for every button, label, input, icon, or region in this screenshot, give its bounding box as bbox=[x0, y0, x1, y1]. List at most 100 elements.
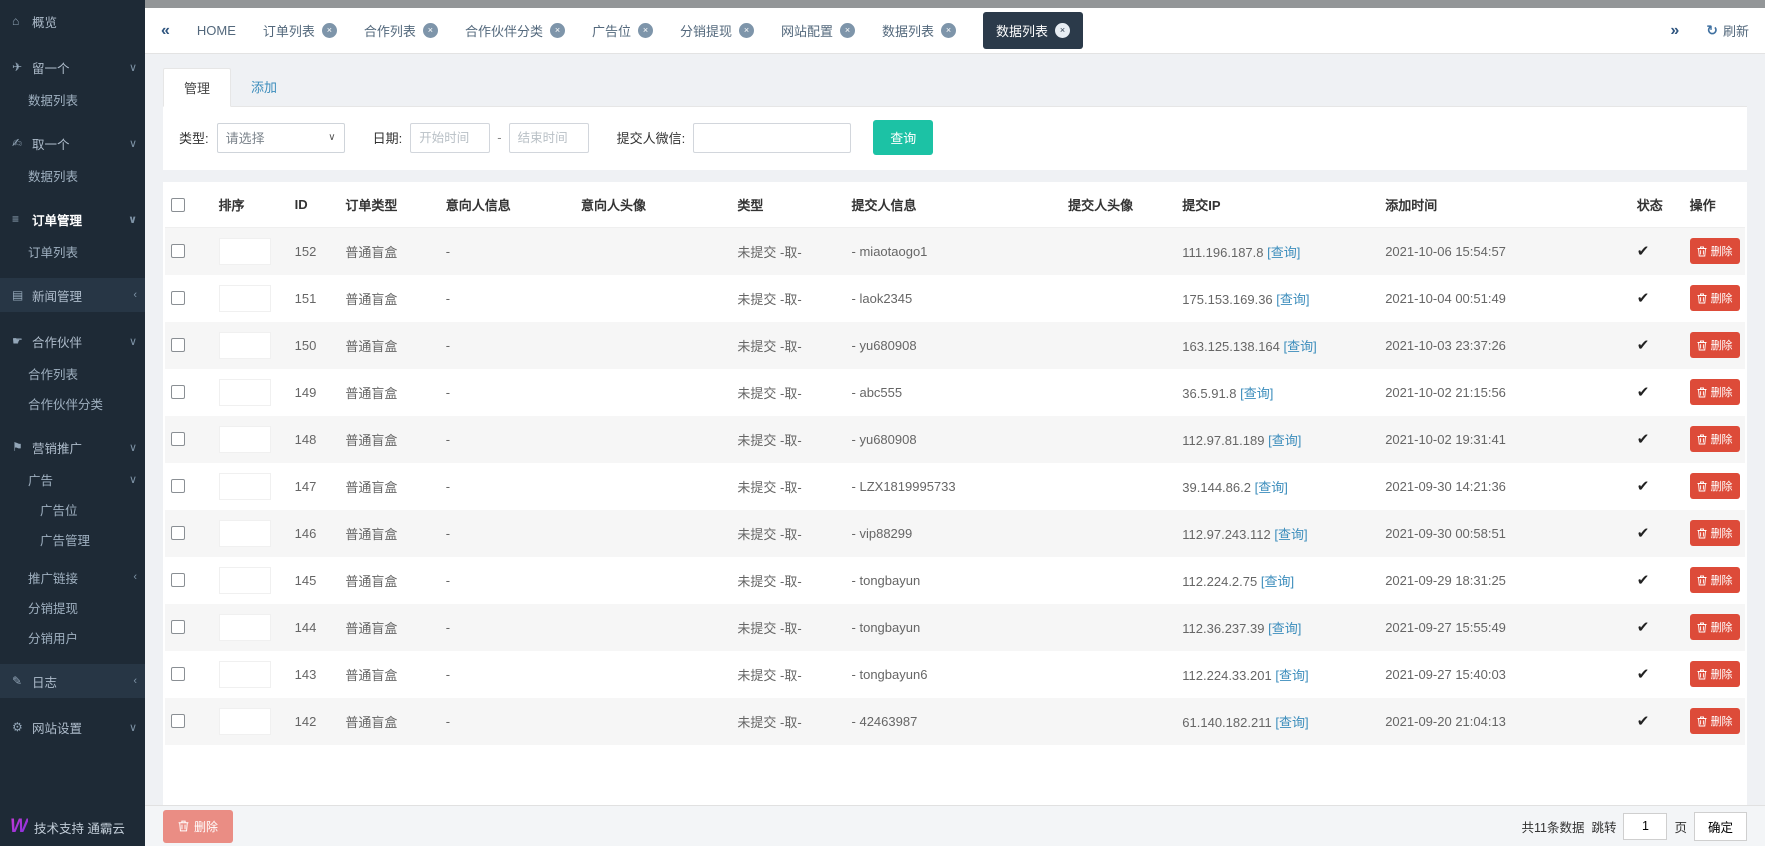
ip-query-link[interactable]: [查询] bbox=[1255, 480, 1288, 495]
sort-input[interactable] bbox=[219, 708, 271, 735]
nav-tab[interactable]: 合作列表 × bbox=[364, 21, 438, 40]
sort-input[interactable] bbox=[219, 426, 271, 453]
tab-close-icon[interactable]: × bbox=[739, 23, 754, 38]
page-number-input[interactable] bbox=[1623, 813, 1667, 840]
sidebar-item[interactable]: ☛ 合作伙伴 ∨ bbox=[0, 324, 145, 358]
delete-row-button[interactable]: 删除 bbox=[1690, 332, 1740, 358]
sidebar-item[interactable]: 分销提现 bbox=[0, 592, 145, 622]
sidebar-item[interactable]: 广告位 bbox=[0, 494, 145, 524]
confirm-page-button[interactable]: 确定 bbox=[1694, 812, 1747, 841]
type-select[interactable]: 请选择 ∨ bbox=[217, 123, 345, 153]
date-start-input[interactable] bbox=[410, 123, 490, 153]
expand-tabs-icon[interactable]: » bbox=[1670, 22, 1679, 40]
select-all-checkbox[interactable] bbox=[171, 198, 185, 212]
row-checkbox[interactable] bbox=[171, 620, 185, 634]
sidebar-item[interactable]: 广告 ∨ bbox=[0, 464, 145, 494]
sort-input[interactable] bbox=[219, 379, 271, 406]
sidebar-item[interactable]: 广告管理 bbox=[0, 524, 145, 554]
ip-query-link[interactable]: [查询] bbox=[1268, 621, 1301, 636]
row-checkbox[interactable] bbox=[171, 432, 185, 446]
sidebar-item[interactable]: ⚑ 营销推广 ∨ bbox=[0, 430, 145, 464]
collapse-tabs-icon[interactable]: « bbox=[161, 22, 170, 40]
table-row: 146 普通盲盒 - 未提交 -取- - vip88299 112.97.243… bbox=[165, 510, 1745, 557]
delete-row-button[interactable]: 删除 bbox=[1690, 473, 1740, 499]
sort-input[interactable] bbox=[219, 614, 271, 641]
sidebar-item[interactable]: 合作列表 bbox=[0, 358, 145, 388]
tab-close-icon[interactable]: × bbox=[1055, 23, 1070, 38]
row-checkbox[interactable] bbox=[171, 479, 185, 493]
ip-query-link[interactable]: [查询] bbox=[1274, 527, 1307, 542]
delete-row-button[interactable]: 删除 bbox=[1690, 614, 1740, 640]
tab-close-icon[interactable]: × bbox=[322, 23, 337, 38]
ip-query-link[interactable]: [查询] bbox=[1276, 292, 1309, 307]
sidebar-item[interactable]: 分销用户 bbox=[0, 622, 145, 652]
nav-tab[interactable]: 广告位 × bbox=[592, 21, 653, 40]
sidebar-item[interactable]: 订单列表 bbox=[0, 236, 145, 266]
sidebar-item[interactable]: 推广链接 ‹ bbox=[0, 562, 145, 592]
sidebar-item[interactable]: ▤ 新闻管理 ‹ bbox=[0, 278, 145, 312]
cell-intent-info: - bbox=[440, 651, 575, 698]
ip-query-link[interactable]: [查询] bbox=[1261, 574, 1294, 589]
row-checkbox[interactable] bbox=[171, 338, 185, 352]
sort-input[interactable] bbox=[219, 567, 271, 594]
sidebar-item[interactable]: ≡ 订单管理 ∨ bbox=[0, 202, 145, 236]
nav-tab[interactable]: 网站配置 × bbox=[781, 21, 855, 40]
sort-input[interactable] bbox=[219, 285, 271, 312]
ip-query-link[interactable]: [查询] bbox=[1268, 433, 1301, 448]
nav-tab[interactable]: 分销提现 × bbox=[680, 21, 754, 40]
nav-tab[interactable]: HOME bbox=[197, 23, 236, 38]
tab-close-icon[interactable]: × bbox=[840, 23, 855, 38]
delete-row-button[interactable]: 删除 bbox=[1690, 567, 1740, 593]
sort-input[interactable] bbox=[219, 238, 271, 265]
tab-manage[interactable]: 管理 bbox=[163, 68, 231, 107]
wechat-input[interactable] bbox=[693, 123, 851, 153]
bulk-delete-button[interactable]: 删除 bbox=[163, 810, 233, 843]
row-checkbox[interactable] bbox=[171, 714, 185, 728]
ip-query-link[interactable]: [查询] bbox=[1284, 339, 1317, 354]
sidebar-item[interactable]: 合作伙伴分类 bbox=[0, 388, 145, 418]
delete-row-button[interactable]: 删除 bbox=[1690, 285, 1740, 311]
date-end-input[interactable] bbox=[509, 123, 589, 153]
sidebar-item[interactable]: ⚙ 网站设置 ∨ bbox=[0, 710, 145, 744]
cell-submitter-info: - tongbayun bbox=[846, 557, 1063, 604]
delete-row-button[interactable]: 删除 bbox=[1690, 661, 1740, 687]
tab-close-icon[interactable]: × bbox=[550, 23, 565, 38]
delete-row-button[interactable]: 删除 bbox=[1690, 708, 1740, 734]
ip-query-link[interactable]: [查询] bbox=[1275, 715, 1308, 730]
delete-row-button[interactable]: 删除 bbox=[1690, 379, 1740, 405]
delete-row-button[interactable]: 删除 bbox=[1690, 238, 1740, 264]
sort-input[interactable] bbox=[219, 520, 271, 547]
tab-close-icon[interactable]: × bbox=[423, 23, 438, 38]
sidebar-item[interactable]: ✍ 取一个 ∨ bbox=[0, 126, 145, 160]
sort-input[interactable] bbox=[219, 473, 271, 500]
sidebar-item[interactable]: 数据列表 bbox=[0, 160, 145, 190]
sidebar-item[interactable]: 数据列表 bbox=[0, 84, 145, 114]
row-checkbox[interactable] bbox=[171, 526, 185, 540]
sidebar-item[interactable]: ✎ 日志 ‹ bbox=[0, 664, 145, 698]
row-checkbox[interactable] bbox=[171, 291, 185, 305]
search-button[interactable]: 查询 bbox=[873, 120, 933, 155]
nav-tab[interactable]: 数据列表 × bbox=[983, 12, 1083, 49]
sidebar-item[interactable]: ✈ 留一个 ∨ bbox=[0, 50, 145, 84]
delete-row-button[interactable]: 删除 bbox=[1690, 426, 1740, 452]
row-checkbox[interactable] bbox=[171, 573, 185, 587]
cell-type: 未提交 -取- bbox=[731, 463, 845, 510]
sidebar-item[interactable]: ⌂ 概览 bbox=[0, 4, 145, 38]
ip-query-link[interactable]: [查询] bbox=[1240, 386, 1273, 401]
sort-input[interactable] bbox=[219, 661, 271, 688]
table-row: 147 普通盲盒 - 未提交 -取- - LZX1819995733 39.14… bbox=[165, 463, 1745, 510]
row-checkbox[interactable] bbox=[171, 385, 185, 399]
row-checkbox[interactable] bbox=[171, 667, 185, 681]
nav-tab[interactable]: 合作伙伴分类 × bbox=[465, 21, 565, 40]
ip-query-link[interactable]: [查询] bbox=[1275, 668, 1308, 683]
nav-tab[interactable]: 订单列表 × bbox=[263, 21, 337, 40]
tab-add[interactable]: 添加 bbox=[231, 68, 297, 106]
sort-input[interactable] bbox=[219, 332, 271, 359]
tab-close-icon[interactable]: × bbox=[638, 23, 653, 38]
refresh-button[interactable]: ↻ 刷新 bbox=[1706, 21, 1749, 40]
tab-close-icon[interactable]: × bbox=[941, 23, 956, 38]
ip-query-link[interactable]: [查询] bbox=[1267, 245, 1300, 260]
row-checkbox[interactable] bbox=[171, 244, 185, 258]
delete-row-button[interactable]: 删除 bbox=[1690, 520, 1740, 546]
nav-tab[interactable]: 数据列表 × bbox=[882, 21, 956, 40]
